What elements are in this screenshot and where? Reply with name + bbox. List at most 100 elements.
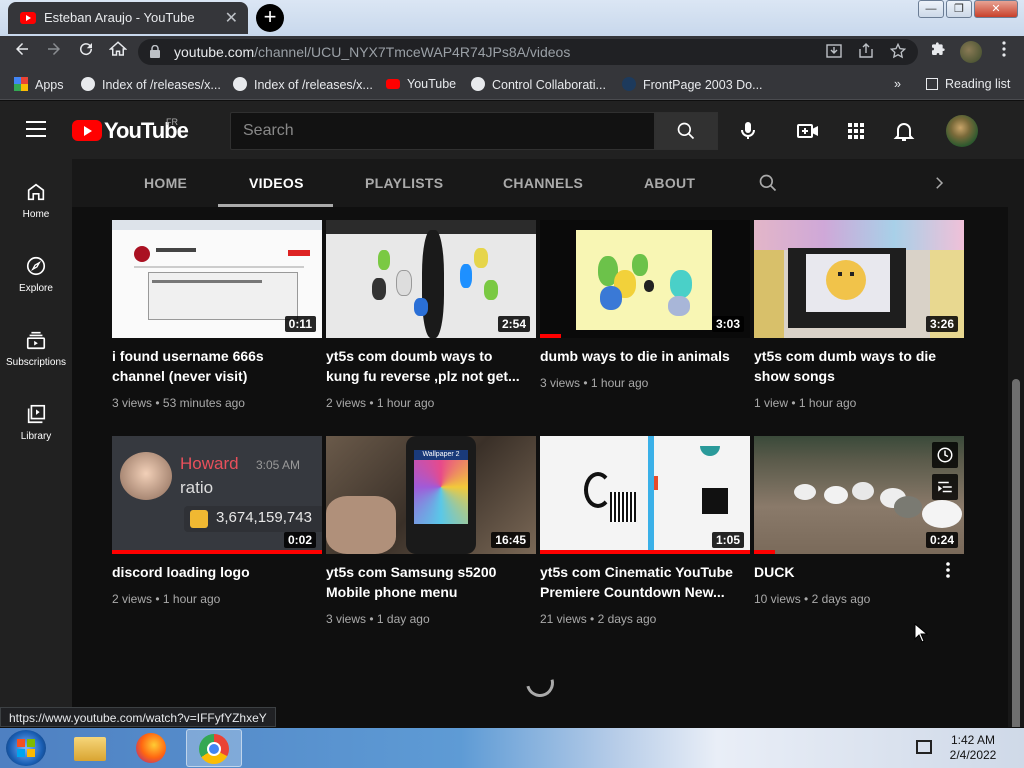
windows-logo-icon (17, 739, 35, 757)
meta-separator: • (590, 612, 595, 626)
maximize-button[interactable]: ❐ (946, 0, 972, 18)
browser-toolbar: youtube.com/channel/UCU_NYX7TmceWAP4R74J… (0, 36, 1024, 68)
view-count: 3 views (326, 612, 367, 626)
thumb-reaction-count: 3,674,159,743 (216, 509, 312, 526)
video-title[interactable]: i found username 666s channel (never vis… (112, 346, 307, 386)
video-thumbnail[interactable]: Wallpaper 2 16:45 (326, 436, 536, 554)
video-meta: 3 views • 1 hour ago (540, 376, 648, 390)
reload-icon[interactable] (74, 40, 98, 64)
video-thumbnail[interactable]: 1:05 (540, 436, 750, 554)
new-tab-button[interactable]: + (256, 4, 284, 32)
meta-separator: • (155, 592, 160, 606)
phone-screen-title: Wallpaper 2 (414, 450, 468, 460)
search-input[interactable] (231, 113, 654, 149)
tab-about[interactable]: ABOUT (644, 175, 695, 191)
taskbar-explorer[interactable] (62, 729, 118, 767)
forward-arrow-icon[interactable] (42, 40, 66, 64)
network-icon[interactable] (916, 740, 932, 754)
youtube-masthead: YouTube FR (0, 101, 1024, 159)
extensions-puzzle-icon[interactable] (926, 40, 950, 64)
youtube-page: YouTube FR Home Explore (0, 101, 1024, 727)
system-clock[interactable]: 1:42 AM 2/4/2022 (940, 733, 1006, 763)
youtube-favicon-icon (20, 12, 36, 24)
url-path: /channel/UCU_NYX7TmceWAP4R74JPs8A/videos (254, 44, 571, 60)
globe-icon (81, 77, 95, 91)
video-thumbnail[interactable]: 0:24 (754, 436, 964, 554)
video-action-menu-icon[interactable] (946, 562, 950, 583)
microphone-icon[interactable] (736, 119, 760, 143)
browser-tab[interactable]: Esteban Araujo - YouTube ✕ (8, 2, 248, 34)
bookmark-label: Index of /releases/x... (254, 78, 373, 92)
youtube-logo-icon[interactable] (72, 120, 102, 141)
upload-age: 1 hour ago (590, 376, 649, 390)
account-avatar[interactable] (946, 115, 978, 147)
video-title[interactable]: yt5s com Samsung s5200 Mobile phone menu… (326, 562, 521, 602)
upload-age: 1 hour ago (376, 396, 435, 410)
video-duration: 0:11 (284, 316, 316, 332)
video-thumbnail[interactable]: Howard 3:05 AM ratio 3,674,159,743 0:02 (112, 436, 322, 554)
more-bookmarks-button[interactable]: » (894, 77, 901, 91)
channel-tabs: HOME VIDEOS PLAYLISTS CHANNELS ABOUT (72, 159, 1008, 207)
hamburger-menu-icon[interactable] (26, 121, 46, 137)
folder-icon (74, 737, 106, 761)
video-duration: 1:05 (711, 532, 744, 548)
tab-videos[interactable]: VIDEOS (249, 175, 304, 191)
taskbar-chrome[interactable] (186, 729, 242, 767)
add-to-queue-icon[interactable] (932, 474, 958, 500)
kebab-menu-icon[interactable] (992, 40, 1016, 64)
upload-age: 2 days ago (811, 592, 871, 606)
create-video-icon[interactable] (796, 119, 820, 143)
video-thumbnail[interactable]: 3:26 (754, 220, 964, 338)
chrome-icon (199, 734, 229, 764)
watch-later-icon[interactable] (932, 442, 958, 468)
sidebar-item-explore[interactable]: Explore (0, 255, 72, 294)
back-arrow-icon[interactable] (10, 40, 34, 64)
sidebar-item-subscriptions[interactable]: Subscriptions (0, 329, 72, 368)
tab-home[interactable]: HOME (144, 175, 187, 191)
tab-close-icon[interactable]: ✕ (225, 8, 238, 28)
minimize-button[interactable]: — (918, 0, 944, 18)
start-button[interactable] (6, 730, 46, 766)
reading-list-icon (926, 78, 938, 90)
bookmark-star-icon[interactable] (889, 42, 907, 62)
bookmark-index-releases-2[interactable]: Index of /releases/x... (233, 77, 373, 92)
search-button[interactable] (655, 112, 718, 150)
notifications-bell-icon[interactable] (892, 119, 916, 143)
sidebar-item-home[interactable]: Home (0, 181, 72, 220)
view-count: 2 views (326, 396, 367, 410)
install-app-icon[interactable] (826, 43, 842, 62)
tab-title: Esteban Araujo - YouTube (44, 10, 195, 25)
profile-avatar[interactable] (960, 41, 982, 63)
view-count: 3 views (112, 396, 153, 410)
video-thumbnail[interactable]: 0:11 (112, 220, 322, 338)
video-duration: 2:54 (497, 316, 530, 332)
search-box[interactable] (230, 112, 655, 150)
bookmark-frontpage[interactable]: FrontPage 2003 Do... (622, 77, 763, 92)
video-thumbnail[interactable]: 3:03 (540, 220, 750, 338)
bookmark-control-collaboration[interactable]: Control Collaborati... (471, 77, 606, 92)
home-page-icon[interactable] (106, 40, 130, 64)
address-bar[interactable]: youtube.com/channel/UCU_NYX7TmceWAP4R74J… (138, 39, 918, 65)
page-scrollbar[interactable] (1008, 159, 1024, 727)
chevron-right-icon[interactable] (930, 174, 948, 197)
bookmark-index-releases-1[interactable]: Index of /releases/x... (81, 77, 221, 92)
bookmark-apps[interactable]: Apps (14, 77, 64, 92)
apps-grid-icon[interactable] (844, 119, 868, 143)
mouse-cursor-icon (914, 623, 928, 643)
upload-age: 1 day ago (376, 612, 430, 626)
scrollbar-thumb[interactable] (1012, 379, 1020, 727)
bookmark-youtube[interactable]: YouTube (386, 77, 456, 91)
video-title[interactable]: yt5s com Cinematic YouTube Premiere Coun… (540, 562, 735, 602)
tab-channels[interactable]: CHANNELS (503, 175, 583, 191)
taskbar-firefox[interactable] (124, 729, 180, 767)
search-icon (677, 122, 695, 140)
reading-list-button[interactable]: Reading list (926, 77, 1010, 91)
channel-search-icon[interactable] (758, 173, 778, 198)
tab-playlists[interactable]: PLAYLISTS (365, 175, 443, 191)
share-icon[interactable] (858, 43, 874, 62)
sidebar-item-library[interactable]: Library (0, 403, 72, 442)
video-title[interactable]: yt5s com dumb ways to die show songs (754, 346, 949, 386)
video-title[interactable]: yt5s com doumb ways to kung fu reverse ,… (326, 346, 521, 386)
video-thumbnail[interactable]: 2:54 (326, 220, 536, 338)
window-close-button[interactable]: ✕ (974, 0, 1018, 18)
